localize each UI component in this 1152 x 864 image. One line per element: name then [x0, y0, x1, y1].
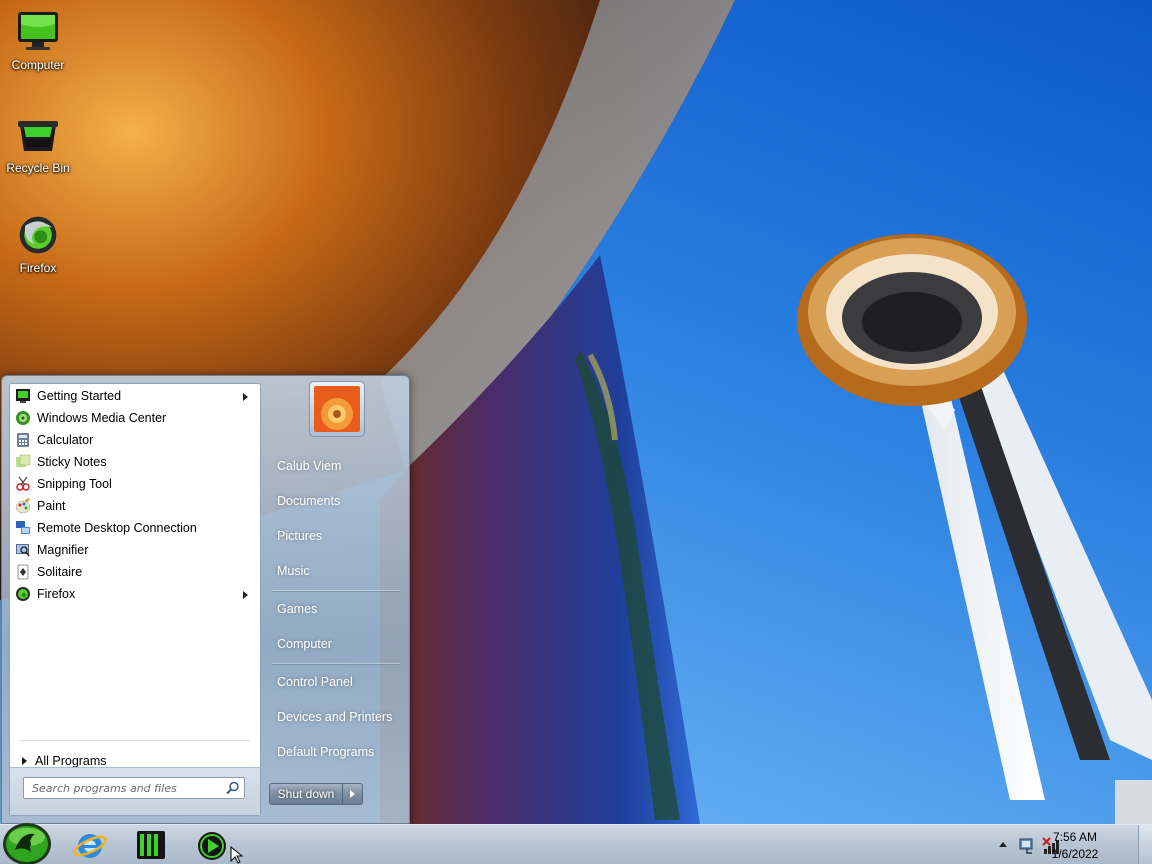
firefox-icon	[19, 216, 57, 254]
program-label: Sticky Notes	[37, 455, 107, 469]
snipping-tool-icon	[16, 476, 30, 491]
program-label: Remote Desktop Connection	[37, 521, 197, 535]
program-label: Magnifier	[37, 543, 89, 557]
firefox-icon	[16, 587, 30, 601]
calculator-icon	[17, 433, 29, 447]
notification-area: 7:56 AM 1/6/2022	[990, 825, 1152, 864]
taskbar: 7:56 AM 1/6/2022	[0, 822, 1152, 864]
program-label: Calculator	[37, 433, 94, 447]
taskbar-media-player[interactable]	[188, 827, 236, 863]
desktop-icon-recycle-bin[interactable]: Recycle Bin	[0, 113, 76, 175]
start-menu-links-pane: Calub Viem Documents Pictures Music Game…	[262, 376, 410, 825]
program-solitaire[interactable]: Solitaire	[10, 561, 260, 583]
clock-time[interactable]: 7:56 AM	[1040, 830, 1110, 844]
link-user-folder[interactable]: Calub Viem	[277, 456, 341, 476]
mouse-cursor-icon	[230, 846, 244, 864]
user-avatar[interactable]	[309, 381, 365, 437]
clock-date[interactable]: 1/6/2022	[1040, 847, 1110, 861]
internet-explorer-icon	[73, 834, 107, 858]
program-remote-desktop-connection[interactable]: Remote Desktop Connection	[10, 517, 260, 539]
all-programs-label: All Programs	[35, 754, 107, 768]
program-label: Solitaire	[37, 565, 83, 579]
desktop-icon-label: Recycle Bin	[6, 161, 70, 175]
program-label: Getting Started	[37, 389, 122, 403]
program-firefox[interactable]: Firefox	[10, 583, 260, 605]
start-orb-icon[interactable]	[1, 822, 53, 864]
program-list: Getting Started Windows Media Center Cal…	[10, 385, 260, 605]
desktop-icon-firefox[interactable]: Firefox	[0, 213, 76, 275]
desktop-icon-label: Computer	[11, 58, 65, 72]
flower-avatar-icon	[314, 386, 360, 432]
start-menu-programs-pane: Getting Started Windows Media Center Cal…	[9, 383, 261, 816]
action-center-icon[interactable]	[1018, 837, 1036, 855]
remote-desktop-icon	[16, 521, 30, 534]
taskbar-internet-explorer[interactable]	[66, 827, 114, 863]
razer-app-icon	[137, 831, 165, 859]
program-label: Firefox	[37, 587, 76, 601]
chevron-right-icon	[22, 757, 27, 765]
link-computer[interactable]: Computer	[277, 634, 332, 654]
media-center-icon	[16, 411, 30, 425]
submenu-arrow-icon	[243, 393, 248, 401]
search-input[interactable]	[24, 778, 220, 798]
shutdown-options-button[interactable]	[343, 783, 363, 805]
link-devices-and-printers[interactable]: Devices and Printers	[277, 707, 392, 727]
desktop-icon-computer[interactable]: Computer	[0, 10, 76, 72]
program-label: Paint	[37, 499, 66, 513]
search-box[interactable]	[23, 777, 245, 799]
search-icon[interactable]	[226, 781, 240, 795]
show-desktop-button[interactable]	[1138, 825, 1152, 864]
link-pictures[interactable]: Pictures	[277, 526, 322, 546]
program-getting-started[interactable]: Getting Started	[10, 385, 260, 407]
show-hidden-icons-icon[interactable]	[998, 840, 1008, 848]
shutdown-button[interactable]: Shut down	[269, 783, 343, 805]
getting-started-icon	[16, 389, 30, 403]
link-music[interactable]: Music	[277, 561, 310, 581]
program-paint[interactable]: Paint	[10, 495, 260, 517]
link-control-panel[interactable]: Control Panel	[277, 672, 353, 692]
start-search-area	[10, 767, 260, 815]
program-label: Windows Media Center	[37, 411, 167, 425]
link-documents[interactable]: Documents	[277, 491, 340, 511]
sticky-notes-icon	[16, 454, 31, 467]
start-menu: Getting Started Windows Media Center Cal…	[1, 375, 410, 824]
shutdown-group: Shut down	[269, 783, 363, 805]
links-separator	[272, 663, 400, 664]
program-sticky-notes[interactable]: Sticky Notes	[10, 451, 260, 473]
program-snipping-tool[interactable]: Snipping Tool	[10, 473, 260, 495]
links-separator	[272, 590, 400, 591]
media-player-icon	[198, 832, 226, 860]
desktop-icon-label: Firefox	[19, 261, 57, 275]
program-label: Snipping Tool	[37, 477, 112, 491]
program-windows-media-center[interactable]: Windows Media Center	[10, 407, 260, 429]
computer-icon	[18, 12, 58, 50]
all-programs-separator	[20, 740, 250, 741]
program-magnifier[interactable]: Magnifier	[10, 539, 260, 561]
magnifier-icon	[16, 544, 30, 557]
solitaire-icon	[17, 564, 29, 580]
program-calculator[interactable]: Calculator	[10, 429, 260, 451]
submenu-arrow-icon	[243, 591, 248, 599]
recycle-bin-icon	[18, 121, 58, 151]
link-default-programs[interactable]: Default Programs	[277, 742, 374, 762]
link-games[interactable]: Games	[277, 599, 317, 619]
user-picture	[314, 386, 360, 432]
paint-icon	[15, 498, 31, 514]
taskbar-razer-app[interactable]	[127, 827, 175, 863]
